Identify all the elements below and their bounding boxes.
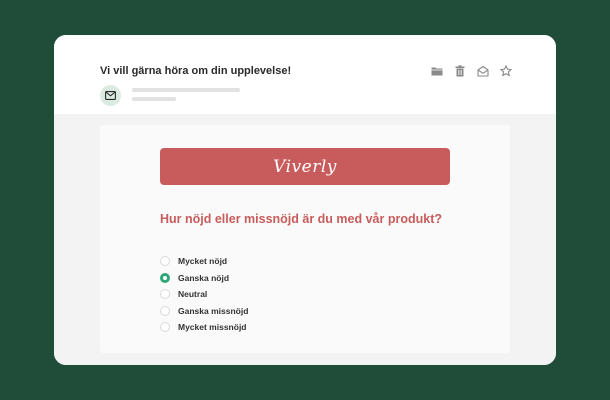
survey-options: Mycket nöjd Ganska nöjd Neutral Ganska m…	[160, 253, 248, 336]
trash-icon	[455, 64, 464, 76]
star-icon	[499, 64, 512, 76]
brand-banner: Viverly	[160, 148, 450, 185]
option-label: Neutral	[178, 289, 208, 300]
delete-button[interactable]	[453, 64, 466, 77]
mark-read-button[interactable]	[476, 64, 489, 77]
email-body: Viverly Hur nöjd eller missnöjd är du me…	[54, 114, 556, 365]
option-ganska-missnojd[interactable]: Ganska missnöjd	[160, 303, 248, 320]
option-label: Ganska nöjd	[178, 272, 230, 283]
option-label: Mycket nöjd	[178, 256, 228, 267]
option-mycket-nojd[interactable]: Mycket nöjd	[160, 253, 248, 270]
email-header: Vi vill gärna höra om din upplevelse!	[54, 35, 556, 114]
sender-name-placeholder	[132, 88, 240, 92]
option-ganska-nojd[interactable]: Ganska nöjd	[160, 270, 248, 287]
folder-button[interactable]	[430, 64, 443, 77]
option-label: Ganska missnöjd	[178, 305, 249, 316]
envelope-open-icon	[476, 65, 489, 77]
sender-address-placeholder	[132, 97, 176, 101]
email-window: Vi vill gärna höra om din upplevelse! Vi…	[54, 35, 556, 365]
email-subject: Vi vill gärna höra om din upplevelse!	[100, 65, 292, 77]
radio-button[interactable]	[160, 256, 170, 267]
radio-button[interactable]	[160, 305, 170, 316]
option-neutral[interactable]: Neutral	[160, 286, 248, 303]
survey-question: Hur nöjd eller missnöjd är du med vår pr…	[160, 212, 442, 226]
option-mycket-missnojd[interactable]: Mycket missnöjd	[160, 319, 248, 336]
envelope-icon	[105, 91, 116, 100]
brand-logo: Viverly	[273, 156, 337, 177]
email-toolbar	[430, 64, 512, 77]
radio-button-selected[interactable]	[160, 272, 170, 283]
radio-button[interactable]	[160, 289, 170, 300]
radio-button[interactable]	[160, 322, 170, 333]
survey-card: Viverly Hur nöjd eller missnöjd är du me…	[100, 125, 510, 353]
star-button[interactable]	[499, 64, 512, 77]
option-label: Mycket missnöjd	[178, 322, 247, 333]
folder-icon	[431, 67, 442, 75]
sender-avatar	[100, 85, 121, 106]
